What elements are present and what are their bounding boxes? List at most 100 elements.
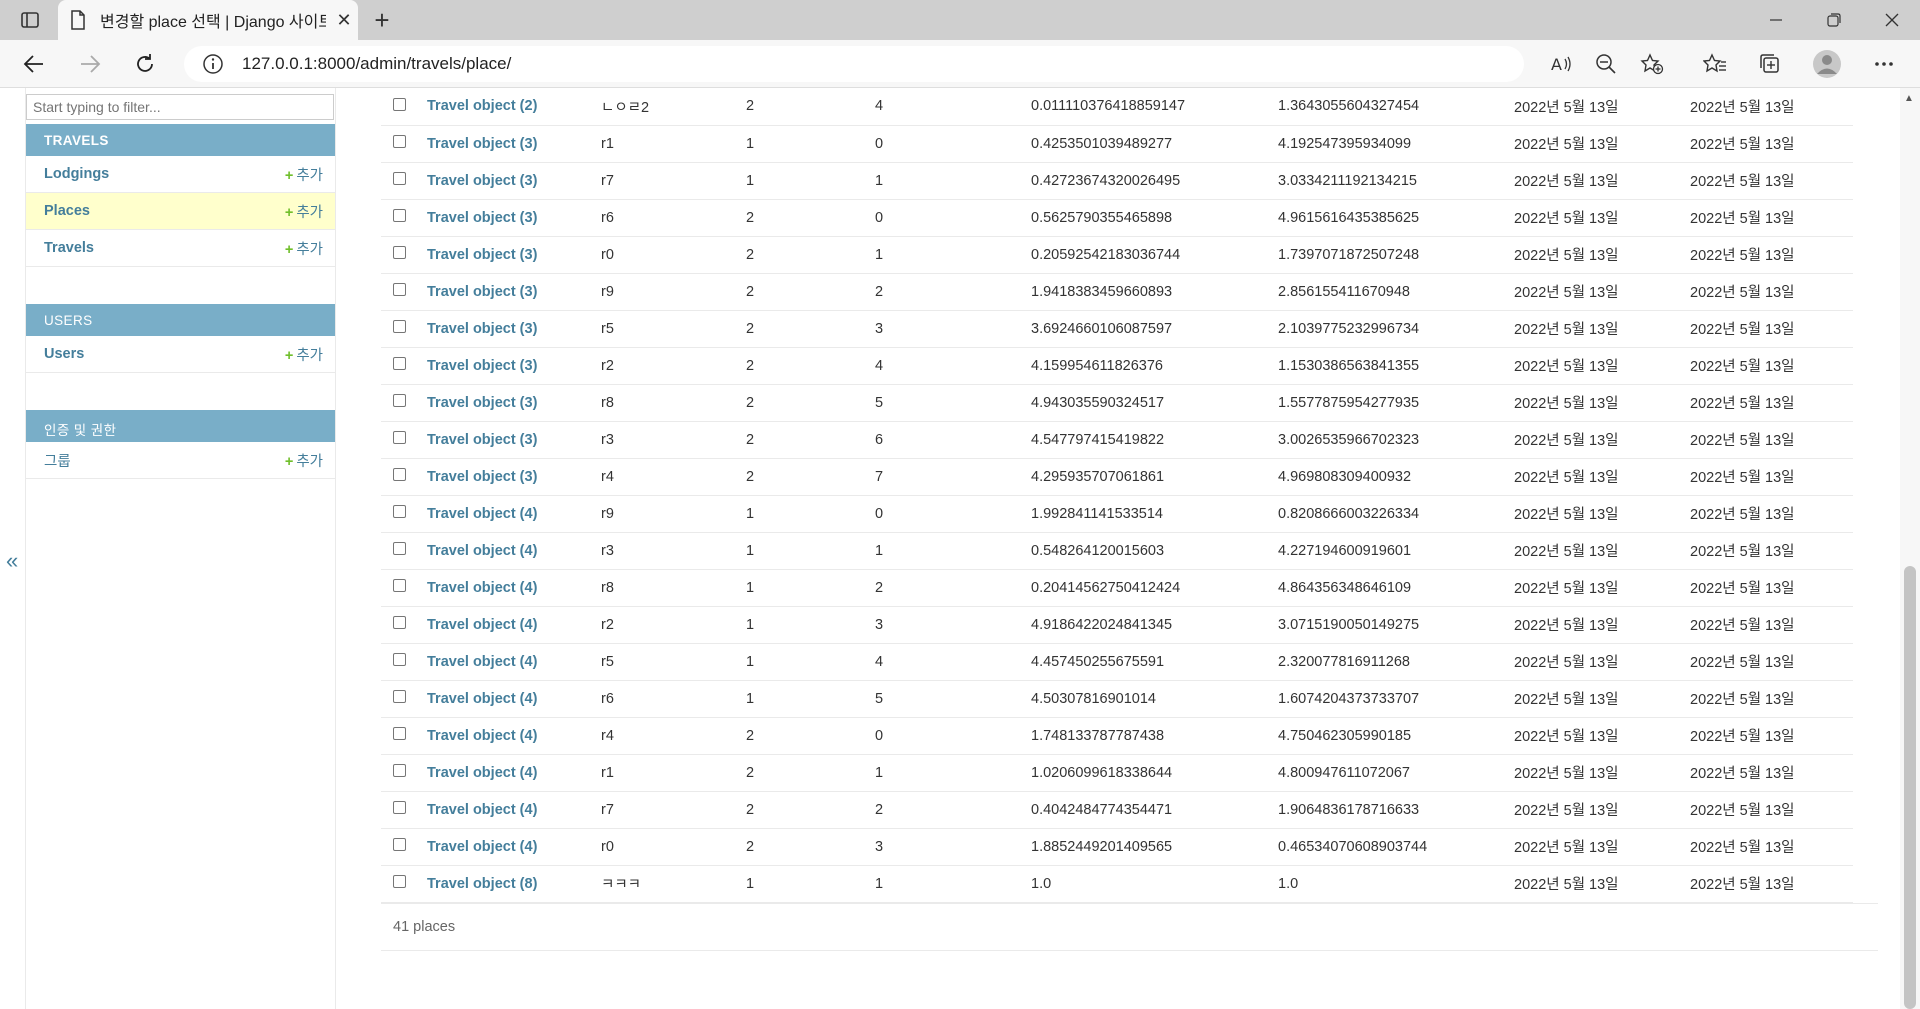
row-select-checkbox[interactable] xyxy=(393,246,406,259)
toggle-nav-sidebar-button[interactable]: « xyxy=(6,548,18,574)
results-table: Travel object (2) ㄴㅇㄹ2 2 4 0.011110376418859… xyxy=(381,88,1853,903)
table-row: Travel object (4) r2 1 3 4.9186422024841345 3… xyxy=(381,606,1853,644)
place-link[interactable]: Travel object (3) xyxy=(427,236,601,274)
row-select-checkbox[interactable] xyxy=(393,875,406,888)
place-link[interactable]: Travel object (4) xyxy=(427,717,601,755)
browser-tab[interactable]: 변경할 place 선택 | Django 사이트 관리 ✕ xyxy=(58,0,358,40)
place-lng-cell: 1.6074204373733707 xyxy=(1278,680,1514,718)
profile-avatar-icon[interactable] xyxy=(1811,48,1843,80)
zoom-out-icon[interactable] xyxy=(1590,48,1622,80)
place-link[interactable]: Travel object (3) xyxy=(427,273,601,311)
forward-icon[interactable] xyxy=(72,48,108,80)
row-select-checkbox[interactable] xyxy=(393,283,406,296)
row-select-checkbox[interactable] xyxy=(393,97,406,111)
add-group-link[interactable]: + 추가 xyxy=(285,450,323,471)
place-link[interactable]: Travel object (3) xyxy=(427,162,601,200)
table-row: Travel object (4) r8 1 2 0.20414562750412424… xyxy=(381,569,1853,607)
nav-filter-input[interactable] xyxy=(26,94,334,120)
place-code-cell: r4 xyxy=(601,458,746,496)
place-code-cell: r1 xyxy=(601,125,746,163)
read-aloud-icon[interactable]: A xyxy=(1545,48,1577,80)
module-caption-travels[interactable]: TRAVELS xyxy=(26,124,335,156)
place-link[interactable]: Travel object (3) xyxy=(427,125,601,163)
tab-close-icon[interactable]: ✕ xyxy=(334,10,354,31)
place-link[interactable]: Travel object (3) xyxy=(427,421,601,459)
more-options-icon[interactable] xyxy=(1868,48,1900,80)
place-link[interactable]: Travel object (4) xyxy=(427,532,601,570)
row-select-checkbox[interactable] xyxy=(393,468,406,481)
place-link[interactable]: Travel object (3) xyxy=(427,347,601,385)
place-link[interactable]: Travel object (4) xyxy=(427,680,601,718)
add-favorite-icon[interactable] xyxy=(1636,48,1668,80)
back-icon[interactable] xyxy=(16,48,52,80)
browser-tab-bar: 변경할 place 선택 | Django 사이트 관리 ✕ + xyxy=(0,0,1920,40)
row-select-checkbox[interactable] xyxy=(393,838,406,851)
place-link[interactable]: Travel object (3) xyxy=(427,384,601,422)
place-link[interactable]: Travel object (3) xyxy=(427,458,601,496)
place-link[interactable]: Travel object (3) xyxy=(427,310,601,348)
add-place-link[interactable]: + 추가 xyxy=(285,201,323,222)
close-window-icon[interactable] xyxy=(1864,0,1920,40)
place-link[interactable]: Travel object (4) xyxy=(427,643,601,681)
restore-icon[interactable] xyxy=(1806,0,1862,40)
table-row: Travel object (4) r4 2 0 1.748133787787438 4.… xyxy=(381,717,1853,755)
place-code-cell: r9 xyxy=(601,495,746,533)
row-select-checkbox[interactable] xyxy=(393,394,406,407)
row-select-checkbox[interactable] xyxy=(393,653,406,666)
sidebar-link-lodgings[interactable]: Lodgings xyxy=(44,166,285,182)
table-row: Travel object (3) r8 2 5 4.943035590324517 1.… xyxy=(381,384,1853,422)
place-link[interactable]: Travel object (4) xyxy=(427,569,601,607)
favorites-icon[interactable] xyxy=(1699,48,1731,80)
place-code-cell: ㅋㅋㅋ xyxy=(601,865,746,903)
row-select-checkbox[interactable] xyxy=(393,579,406,592)
new-tab-icon[interactable]: + xyxy=(366,4,398,36)
row-select-checkbox[interactable] xyxy=(393,764,406,777)
row-select-checkbox[interactable] xyxy=(393,209,406,222)
updated-at-cell: 2022년 5월 13일 xyxy=(1690,384,1853,422)
place-link[interactable]: Travel object (4) xyxy=(427,606,601,644)
module-caption-auth[interactable]: 인증 및 권한 xyxy=(26,410,335,442)
add-lodging-link[interactable]: + 추가 xyxy=(285,164,323,185)
sidebar-link-places[interactable]: Places xyxy=(44,203,285,219)
add-travel-link[interactable]: + 추가 xyxy=(285,238,323,259)
place-lat-cell: 0.20592542183036744 xyxy=(1031,236,1278,274)
add-user-link[interactable]: + 추가 xyxy=(285,344,323,365)
minimize-icon[interactable] xyxy=(1748,0,1804,40)
row-checkbox-cell xyxy=(381,199,427,237)
place-order-cell: 1 xyxy=(875,754,1031,792)
collections-icon[interactable] xyxy=(1754,48,1786,80)
scrollbar-thumb[interactable] xyxy=(1904,566,1916,1009)
place-order-cell: 4 xyxy=(875,643,1031,681)
row-select-checkbox[interactable] xyxy=(393,727,406,740)
row-select-checkbox[interactable] xyxy=(393,690,406,703)
row-select-checkbox[interactable] xyxy=(393,172,406,185)
place-link[interactable]: Travel object (3) xyxy=(427,199,601,237)
place-link[interactable]: Travel object (4) xyxy=(427,754,601,792)
row-select-checkbox[interactable] xyxy=(393,616,406,629)
site-info-icon[interactable] xyxy=(202,53,224,75)
place-link[interactable]: Travel object (8) xyxy=(427,865,601,903)
row-select-checkbox[interactable] xyxy=(393,542,406,555)
place-link[interactable]: Travel object (4) xyxy=(427,828,601,866)
place-day-cell: 2 xyxy=(746,384,875,422)
place-link[interactable]: Travel object (4) xyxy=(427,791,601,829)
plus-icon: + xyxy=(284,167,294,184)
refresh-icon[interactable] xyxy=(127,48,163,80)
row-select-checkbox[interactable] xyxy=(393,135,406,148)
tab-actions-icon[interactable] xyxy=(14,6,46,34)
row-select-checkbox[interactable] xyxy=(393,431,406,444)
row-select-checkbox[interactable] xyxy=(393,505,406,518)
place-link[interactable]: Travel object (2) xyxy=(427,88,601,126)
url-bar[interactable]: 127.0.0.1:8000/admin/travels/place/ xyxy=(184,46,1524,82)
row-select-checkbox[interactable] xyxy=(393,801,406,814)
module-caption-users[interactable]: USERS xyxy=(26,304,335,336)
scroll-up-icon[interactable]: ▲ xyxy=(1904,93,1914,104)
updated-at-cell: 2022년 5월 13일 xyxy=(1690,125,1853,163)
row-select-checkbox[interactable] xyxy=(393,320,406,333)
place-lat-cell: 0.011110376418859147 xyxy=(1031,88,1278,126)
row-select-checkbox[interactable] xyxy=(393,357,406,370)
sidebar-link-groups[interactable]: 그룹 xyxy=(44,450,285,471)
place-link[interactable]: Travel object (4) xyxy=(427,495,601,533)
sidebar-link-users[interactable]: Users xyxy=(44,346,285,362)
sidebar-link-travels[interactable]: Travels xyxy=(44,240,285,256)
